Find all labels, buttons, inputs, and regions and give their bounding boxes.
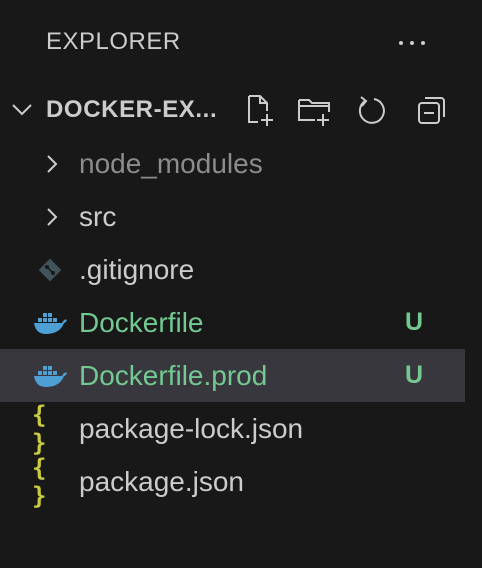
tree-item-label: package.json bbox=[79, 466, 245, 497]
tree-item-label: node_modules bbox=[79, 148, 263, 179]
tree-item-package-lock-json[interactable]: { } package-lock.json bbox=[0, 401, 465, 457]
tree-item-label: .gitignore bbox=[79, 254, 195, 285]
workspace-folder-header[interactable]: DOCKER-EX... bbox=[0, 86, 482, 134]
tree-item-gitignore[interactable]: .gitignore bbox=[0, 243, 465, 296]
explorer-title: EXPLORER bbox=[46, 28, 181, 55]
explorer-header: EXPLORER bbox=[0, 0, 482, 86]
git-untracked-badge: U bbox=[405, 308, 424, 336]
tree-item-dockerfile[interactable]: Dockerfile U bbox=[0, 296, 465, 349]
explorer-panel: EXPLORER DOCKER-EX... node_modules src .… bbox=[0, 0, 482, 568]
git-icon bbox=[32, 255, 68, 285]
docker-icon bbox=[32, 361, 68, 391]
workspace-folder-name: DOCKER-EX... bbox=[46, 96, 218, 123]
chevron-right-icon bbox=[47, 155, 58, 173]
tree-item-label: package-lock.json bbox=[79, 413, 304, 444]
refresh-icon[interactable] bbox=[355, 92, 391, 128]
chevron-right-icon bbox=[47, 208, 58, 226]
tree-item-label: Dockerfile bbox=[79, 307, 204, 338]
tree-item-label: src bbox=[79, 201, 117, 232]
tree-item-label: Dockerfile.prod bbox=[79, 360, 268, 391]
docker-icon bbox=[32, 308, 68, 338]
tree-item-src[interactable]: src bbox=[0, 190, 465, 243]
ellipsis-icon[interactable] bbox=[392, 30, 432, 56]
collapse-all-icon[interactable] bbox=[414, 92, 450, 128]
git-untracked-badge: U bbox=[405, 361, 424, 389]
json-icon: { } bbox=[32, 401, 49, 457]
json-icon: { } bbox=[32, 454, 49, 510]
tree-item-node-modules[interactable]: node_modules bbox=[0, 137, 465, 190]
new-folder-icon[interactable] bbox=[296, 92, 332, 128]
tree-item-package-json[interactable]: { } package.json bbox=[0, 454, 465, 510]
tree-item-dockerfile-prod[interactable]: Dockerfile.prod U bbox=[0, 349, 465, 402]
chevron-down-icon[interactable] bbox=[10, 100, 34, 120]
new-file-icon[interactable] bbox=[240, 92, 276, 128]
